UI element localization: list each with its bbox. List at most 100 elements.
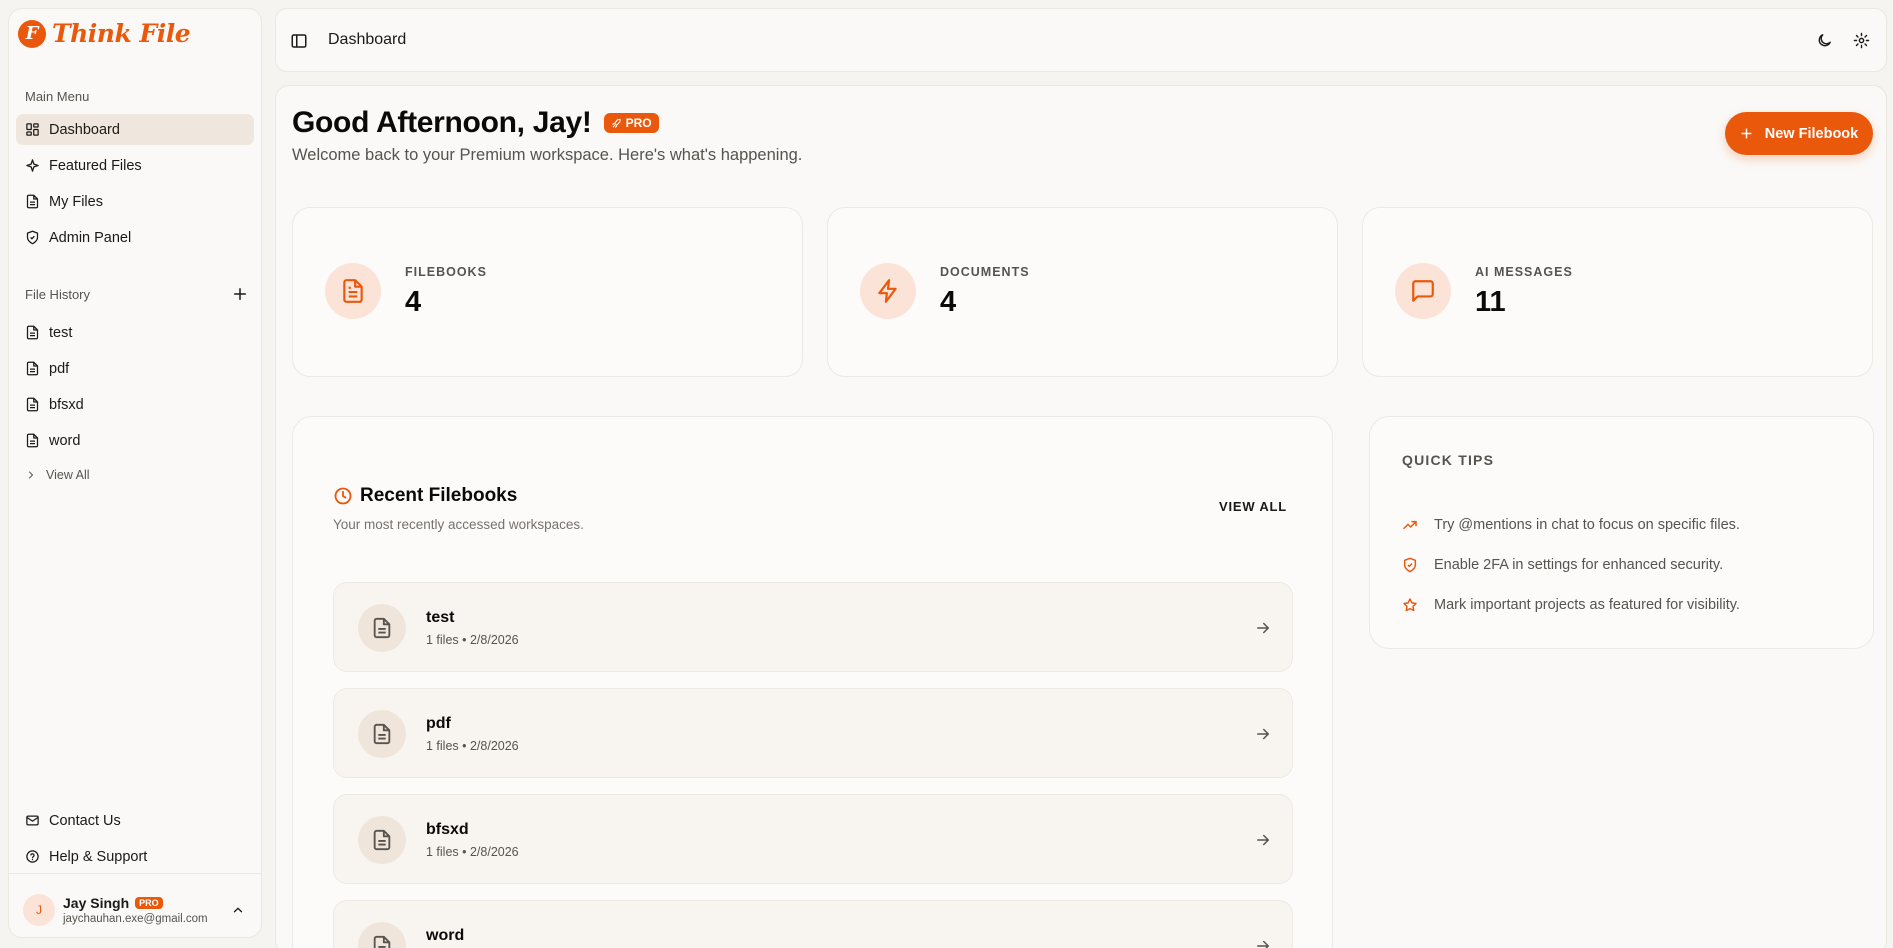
stat-card-ai-messages: AI MESSAGES 11 [1362,207,1873,377]
dashboard-icon [26,123,39,136]
pro-badge-label: PRO [625,116,652,130]
arrow-right-icon [1257,834,1270,846]
chevron-right-icon [29,471,34,479]
help-circle-icon [26,850,39,863]
document-icon [373,723,391,745]
tip-item: Try @mentions in chat to focus on specif… [1402,517,1740,533]
recent-filebooks-card: Recent Filebooks Your most recently acce… [292,416,1333,948]
new-filebook-label: New Filebook [1764,125,1859,142]
logo-text: Think File [52,19,191,48]
history-item-word[interactable]: word [16,425,254,456]
stat-value: 4 [405,286,422,318]
file-icon [26,397,39,412]
sidebar-item-contact-us[interactable]: Contact Us [16,805,254,836]
quick-tips-card: QUICK TIPS Try @mentions in chat to focu… [1369,416,1874,649]
sidebar-item-featured-files[interactable]: Featured Files [16,150,254,181]
sidebar-item-label: Contact Us [49,812,121,829]
arrow-right-icon [1257,728,1270,740]
tip-item: Mark important projects as featured for … [1402,597,1740,613]
stat-label: FILEBOOKS [405,265,487,279]
sidebar-item-label: Help & Support [49,848,148,865]
sidebar-item-label: My Files [49,193,103,210]
sidebar-item-dashboard[interactable]: Dashboard [16,114,254,145]
sidebar-item-my-files[interactable]: My Files [16,186,254,217]
tip-text: Try @mentions in chat to focus on specif… [1434,517,1740,533]
user-email: jaychauhan.exe@gmail.com [63,913,208,925]
view-all-button[interactable]: VIEW ALL [1219,499,1287,514]
sidebar-item-help-support[interactable]: Help & Support [16,841,254,872]
document-icon [373,829,391,851]
chat-icon [1412,280,1434,302]
filebook-row[interactable]: word [333,900,1293,948]
sidebar-item-admin-panel[interactable]: Admin Panel [16,222,254,253]
shield-check-icon [1403,557,1417,573]
history-item-label: test [49,324,73,341]
history-view-all-link[interactable]: View All [25,468,90,482]
user-profile-menu[interactable]: J Jay Singh PRO jaychauhan.exe@gmail.com [23,887,253,933]
filebook-row[interactable]: test 1 files • 2/8/2026 [333,582,1293,672]
stat-label: DOCUMENTS [940,265,1030,279]
page-title: Good Afternoon, Jay! [292,106,592,139]
plus-icon [1741,128,1752,139]
rocket-icon [611,118,621,128]
sidebar-divider [9,873,261,874]
moon-icon[interactable] [1816,32,1833,49]
arrow-right-icon [1257,622,1270,634]
view-all-label: View All [46,468,90,482]
history-item-test[interactable]: test [16,317,254,348]
history-item-pdf[interactable]: pdf [16,353,254,384]
pro-badge: PRO [603,113,659,133]
breadcrumb: Dashboard [328,31,407,48]
user-name: Jay Singh [63,895,130,911]
file-history-label: File History [25,287,91,302]
avatar: J [23,894,55,926]
app-logo[interactable]: F Think File [18,19,191,48]
page-subtitle: Welcome back to your Premium workspace. … [292,146,803,164]
sidebar-item-label: Dashboard [49,121,120,138]
stat-value: 11 [1475,286,1506,318]
filebook-meta: 1 files • 2/8/2026 [426,633,519,647]
top-bar: Dashboard [275,8,1887,72]
filebook-row[interactable]: bfsxd 1 files • 2/8/2026 [333,794,1293,884]
filebook-name: pdf [426,715,451,732]
gear-icon[interactable] [1853,32,1870,49]
new-filebook-button[interactable]: New Filebook [1725,112,1873,155]
file-icon [26,361,39,376]
document-icon [343,279,363,303]
lightning-icon [878,279,897,303]
filebook-meta: 1 files • 2/8/2026 [426,845,519,859]
arrow-right-icon [1257,940,1270,948]
file-icon [26,433,39,448]
mail-icon [26,815,39,826]
stat-card-documents: DOCUMENTS 4 [827,207,1338,377]
tip-item: Enable 2FA in settings for enhanced secu… [1402,557,1723,573]
clock-icon [334,487,352,505]
history-item-bfsxd[interactable]: bfsxd [16,389,254,420]
dashboard-main: Good Afternoon, Jay! PRO Welcome back to… [275,85,1887,948]
stat-value: 4 [940,286,957,318]
sidebar-item-label: Featured Files [49,157,142,174]
add-history-plus-icon[interactable] [231,285,249,303]
star-icon [1403,598,1417,612]
trending-up-icon [1403,520,1417,530]
document-icon [373,617,391,639]
tip-text: Mark important projects as featured for … [1434,597,1740,613]
file-icon [26,194,39,209]
history-item-label: pdf [49,360,70,377]
recent-filebooks-subtitle: Your most recently accessed workspaces. [333,517,584,532]
stat-label: AI MESSAGES [1475,265,1573,279]
sidebar-item-label: Admin Panel [49,229,132,246]
sidebar-toggle-icon[interactable] [290,32,308,50]
document-icon [373,935,391,948]
filebook-name: word [426,927,465,944]
sparkle-icon [26,159,39,172]
history-item-label: bfsxd [49,396,84,413]
quick-tips-title: QUICK TIPS [1402,452,1495,468]
filebook-meta: 1 files • 2/8/2026 [426,739,519,753]
tip-text: Enable 2FA in settings for enhanced secu… [1434,557,1724,573]
sidebar: F Think File Main Menu Dashboard Feature… [8,8,262,938]
logo-mark-icon: F [18,19,46,48]
filebook-name: bfsxd [426,821,469,838]
file-icon [26,325,39,340]
filebook-row[interactable]: pdf 1 files • 2/8/2026 [333,688,1293,778]
